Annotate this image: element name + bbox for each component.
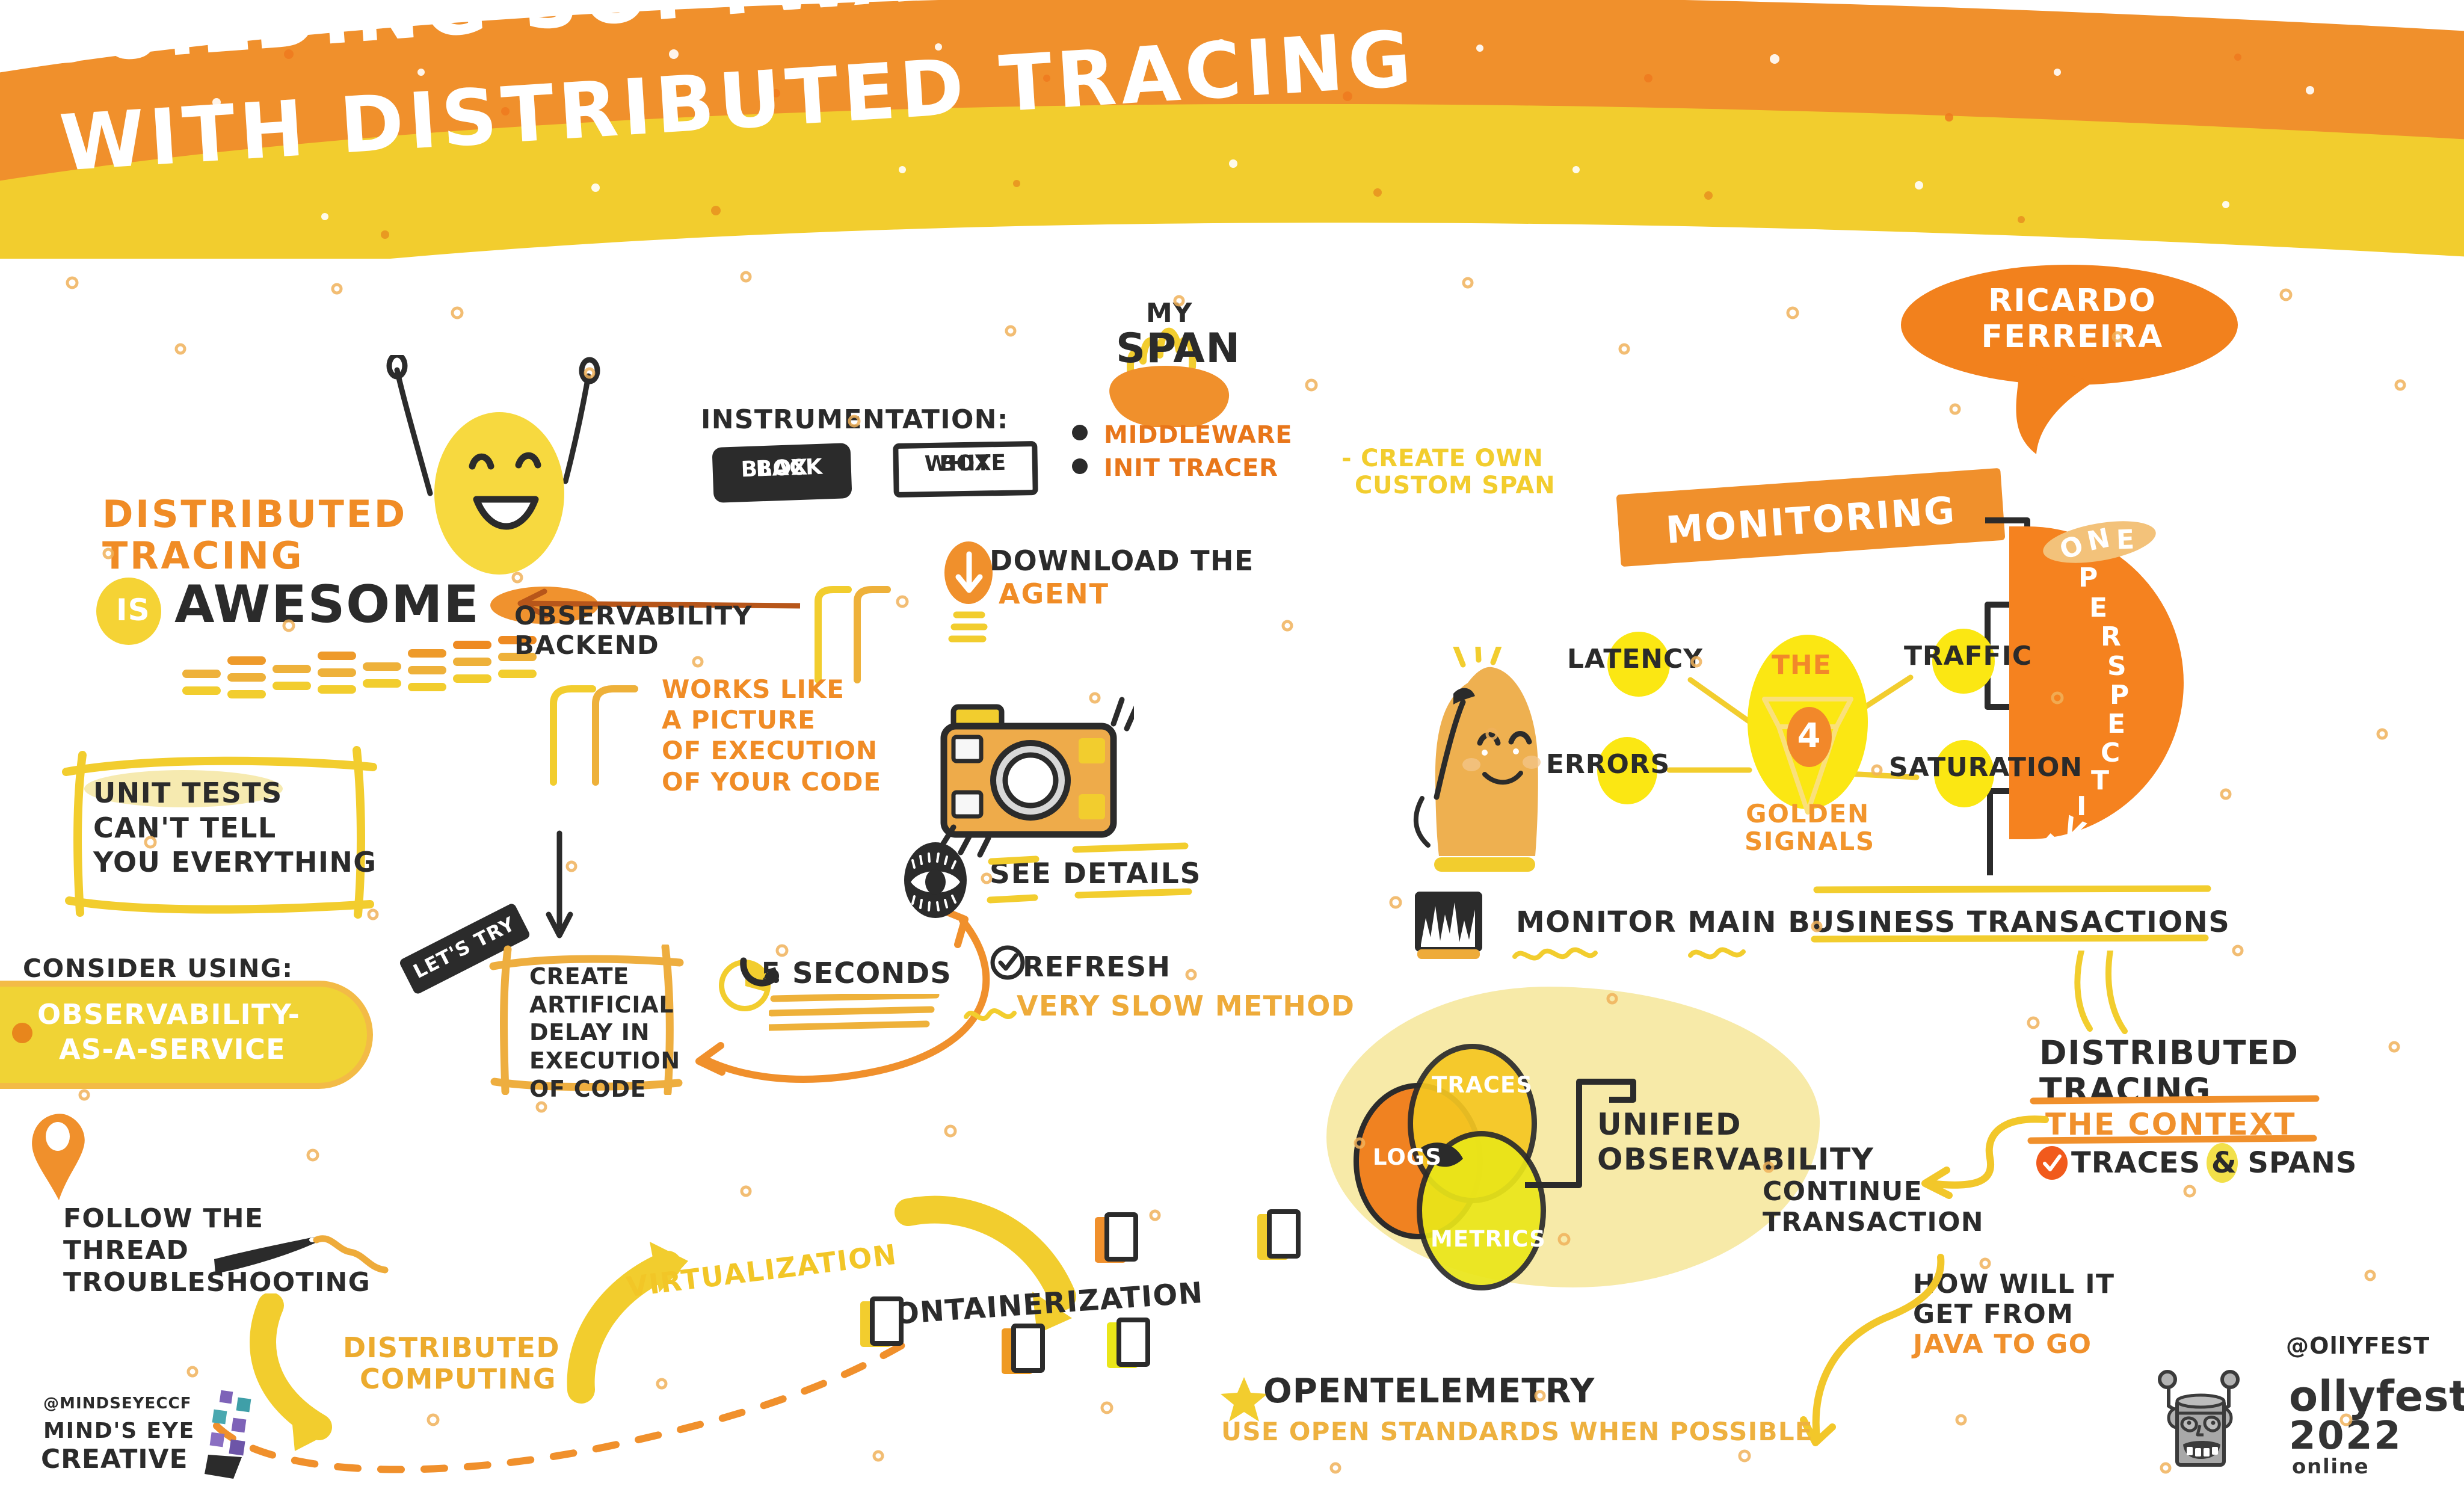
header-banner: BUILDING SOFTWARE RELIABILITY WITH DISTR… <box>0 0 2464 307</box>
sketchnote-canvas: BUILDING SOFTWARE RELIABILITY WITH DISTR… <box>0 0 2464 1495</box>
confetti-decoration <box>66 271 2406 1474</box>
